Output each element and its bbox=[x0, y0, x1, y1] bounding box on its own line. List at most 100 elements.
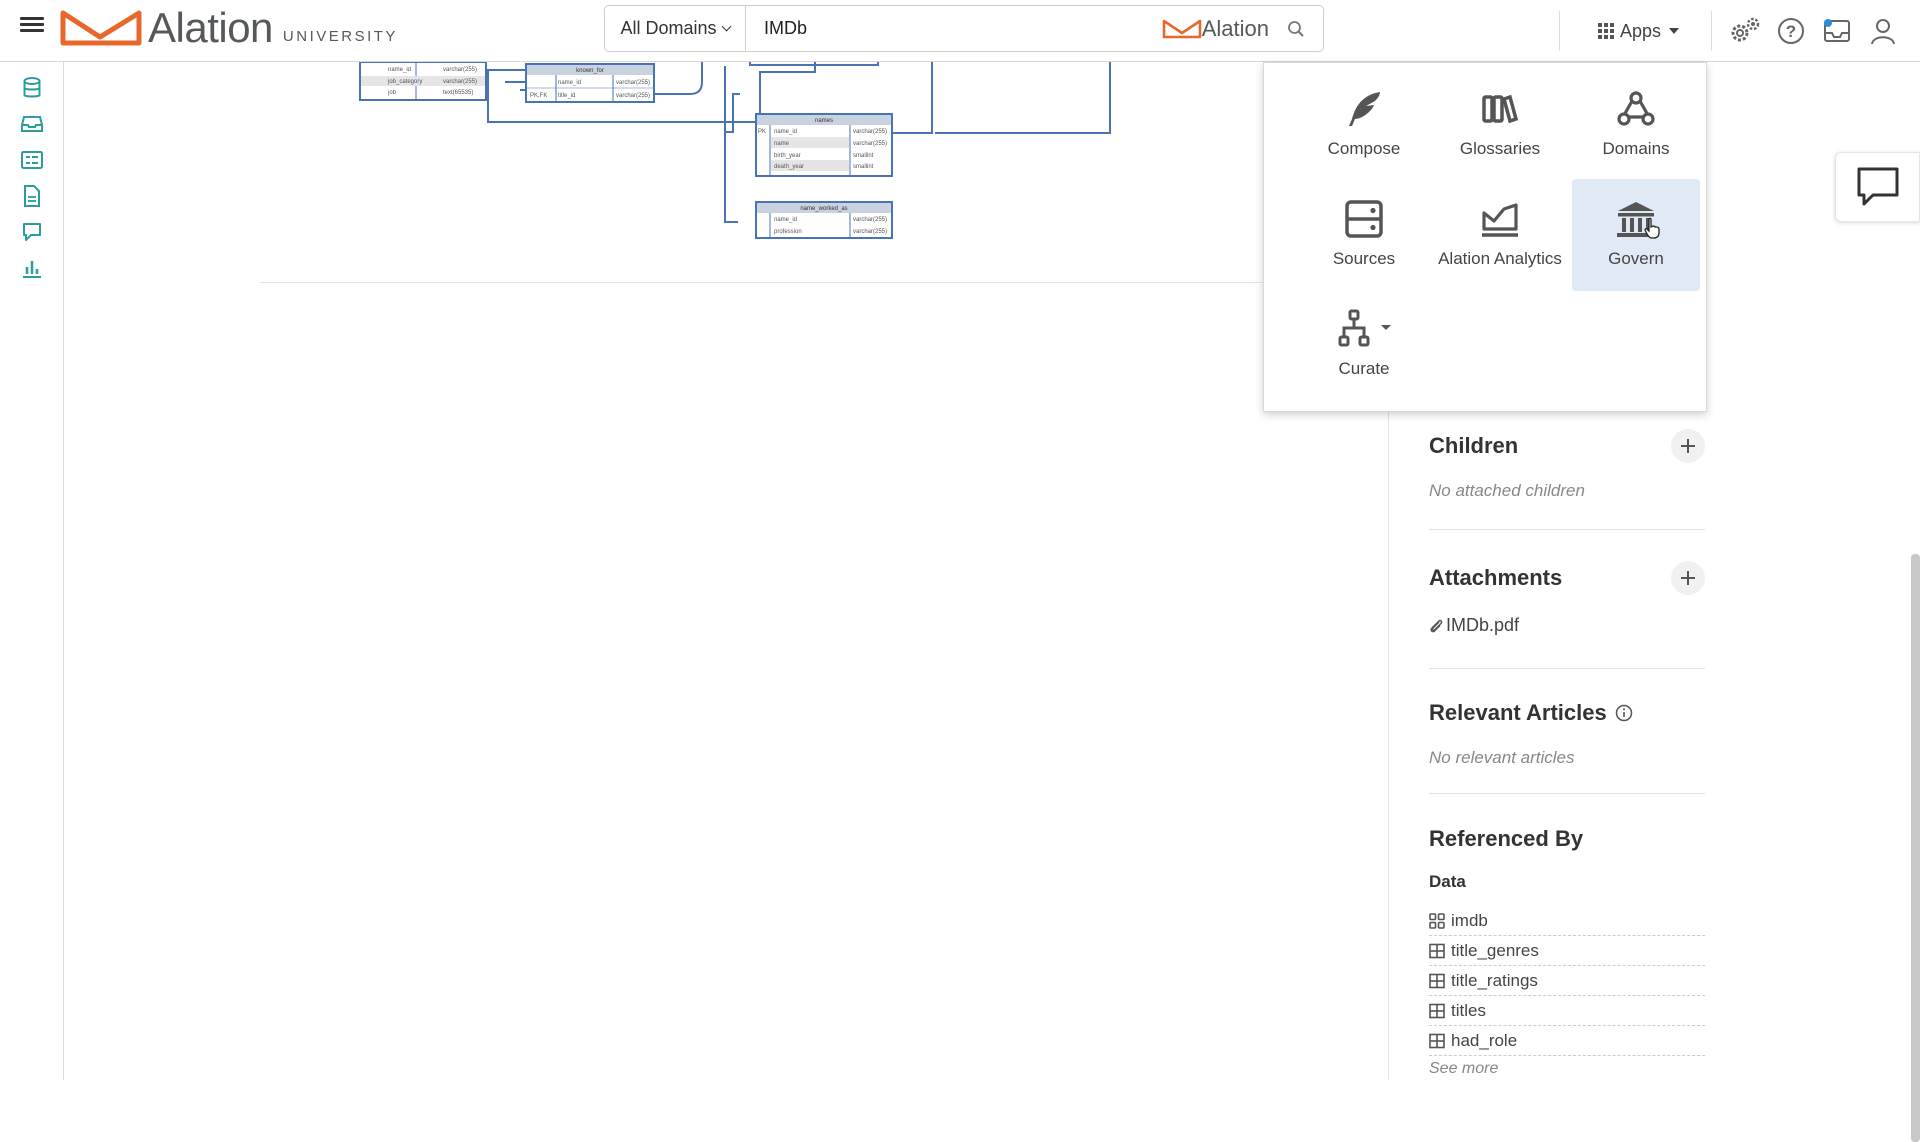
ref-item-imdb[interactable]: imdb bbox=[1429, 906, 1705, 936]
erd-table-name-worked-as: name_worked_as name_id varchar(255) profe… bbox=[755, 201, 893, 239]
svg-text:name_worked_as: name_worked_as bbox=[800, 206, 847, 212]
inbox-icon[interactable] bbox=[1814, 8, 1860, 54]
app-label: Govern bbox=[1608, 249, 1664, 268]
search-domain-dropdown[interactable]: All Domains bbox=[605, 6, 746, 51]
scrollbar[interactable] bbox=[1911, 554, 1920, 1142]
left-nav bbox=[0, 62, 64, 1080]
svg-text:varchar(255): varchar(255) bbox=[443, 67, 477, 73]
erd-table-names: names PK name_id varchar(255) name varchar… bbox=[755, 113, 893, 177]
caret-down-icon bbox=[1669, 28, 1679, 34]
svg-text:varchar(255): varchar(255) bbox=[853, 229, 887, 235]
settings-gears-icon[interactable] bbox=[1722, 8, 1768, 54]
attachment-link[interactable]: IMDb.pdf bbox=[1429, 615, 1705, 636]
grid-icon bbox=[1597, 23, 1614, 39]
svg-text:PK: PK bbox=[758, 129, 766, 135]
apps-menu-button[interactable]: Apps bbox=[1560, 21, 1711, 42]
app-glossaries[interactable]: Glossaries bbox=[1436, 69, 1564, 181]
svg-text:varchar(255): varchar(255) bbox=[853, 129, 887, 135]
app-alation-analytics[interactable]: Alation Analytics bbox=[1436, 179, 1564, 291]
divider bbox=[1429, 668, 1705, 669]
divider bbox=[1429, 529, 1705, 530]
paperclip-icon bbox=[1430, 619, 1443, 632]
attachments-section: Attachments IMDb.pdf bbox=[1429, 561, 1705, 636]
svg-text:title_id: title_id bbox=[558, 93, 575, 99]
relevant-articles-empty-text: No relevant articles bbox=[1429, 748, 1575, 767]
chevron-down-icon bbox=[721, 21, 731, 32]
add-attachment-button[interactable] bbox=[1671, 561, 1705, 595]
app-govern[interactable]: Govern bbox=[1572, 179, 1700, 291]
svg-text:?: ? bbox=[1786, 22, 1796, 41]
ref-item-had-role[interactable]: had_role bbox=[1429, 1026, 1705, 1056]
ref-item-title-ratings[interactable]: title_ratings bbox=[1429, 966, 1705, 996]
app-label: Curate bbox=[1338, 359, 1390, 378]
plus-icon bbox=[1681, 439, 1695, 453]
top-bar: Alation UNIVERSITY All Domains Alation A… bbox=[0, 0, 1920, 62]
svg-text:known_for: known_for bbox=[576, 68, 604, 74]
alation-logo[interactable]: Alation UNIVERSITY bbox=[60, 4, 398, 51]
info-icon[interactable] bbox=[1615, 704, 1633, 722]
table-icon bbox=[1429, 1003, 1445, 1018]
quill-icon bbox=[1349, 92, 1380, 126]
database-icon[interactable] bbox=[0, 70, 64, 106]
svg-text:varchar(255): varchar(255) bbox=[853, 141, 887, 147]
app-sources[interactable]: Sources bbox=[1300, 179, 1428, 291]
attachments-title: Attachments bbox=[1429, 565, 1563, 590]
app-label: Glossaries bbox=[1459, 139, 1541, 158]
schema-icon bbox=[1429, 912, 1445, 929]
svg-text:varchar(255): varchar(255) bbox=[616, 80, 650, 86]
hierarchy-icon bbox=[1338, 309, 1391, 347]
app-compose[interactable]: Compose bbox=[1300, 69, 1428, 181]
app-curate[interactable]: Curate bbox=[1300, 289, 1428, 401]
logo-text: Alation bbox=[148, 4, 273, 51]
svg-text:smallint: smallint bbox=[853, 164, 874, 170]
svg-text:name_id: name_id bbox=[558, 80, 581, 86]
hand-cursor-icon bbox=[1644, 217, 1660, 239]
app-label: Compose bbox=[1327, 139, 1401, 158]
svg-text:name_id: name_id bbox=[774, 217, 797, 223]
top-right-toolbar: Apps ? bbox=[1558, 0, 1920, 62]
alation-bowtie-icon bbox=[60, 10, 142, 46]
ref-item-title-genres[interactable]: title_genres bbox=[1429, 936, 1705, 966]
see-more-link[interactable]: See more bbox=[1429, 1060, 1705, 1078]
er-diagram[interactable]: name_id varchar(255) job_category varchar(… bbox=[340, 62, 1140, 252]
erd-table-role-fragment: name_id varchar(255) job_category varchar(… bbox=[359, 62, 487, 101]
ref-item-titles[interactable]: titles bbox=[1429, 996, 1705, 1026]
bar-chart-icon[interactable] bbox=[0, 250, 64, 286]
logo-subtitle: UNIVERSITY bbox=[282, 27, 398, 45]
ref-item-label: title_genres bbox=[1451, 940, 1539, 960]
inbox-tray-icon[interactable] bbox=[0, 106, 64, 142]
app-domains[interactable]: Domains bbox=[1572, 69, 1700, 181]
svg-text:name_id: name_id bbox=[774, 129, 797, 135]
hamburger-menu-icon[interactable] bbox=[20, 14, 44, 38]
svg-text:varchar(255): varchar(255) bbox=[853, 217, 887, 223]
svg-text:varchar(255): varchar(255) bbox=[616, 93, 650, 99]
referenced-by-section: Referenced By Data imdb title_genres tit… bbox=[1429, 826, 1705, 1078]
chat-button[interactable] bbox=[1835, 152, 1920, 222]
search-brand: Alation bbox=[1162, 16, 1269, 42]
conversation-icon[interactable] bbox=[0, 214, 64, 250]
children-empty-text: No attached children bbox=[1429, 481, 1585, 500]
search-bar: All Domains Alation bbox=[604, 5, 1324, 52]
document-icon[interactable] bbox=[0, 178, 64, 214]
children-section: Children No attached children bbox=[1429, 429, 1705, 501]
svg-text:varchar(255): varchar(255) bbox=[443, 79, 477, 85]
svg-text:text(65535): text(65535) bbox=[443, 90, 473, 96]
app-label: Alation Analytics bbox=[1438, 249, 1562, 268]
svg-text:PK,FK: PK,FK bbox=[530, 93, 547, 99]
relevant-articles-section: Relevant Articles No relevant articles bbox=[1429, 700, 1705, 768]
article-list-icon[interactable] bbox=[0, 142, 64, 178]
search-input[interactable] bbox=[746, 6, 1162, 51]
search-icon[interactable] bbox=[1281, 14, 1311, 44]
svg-text:job_category: job_category bbox=[387, 79, 422, 85]
children-title: Children bbox=[1429, 433, 1519, 458]
alation-bowtie-small-icon bbox=[1162, 19, 1202, 38]
analytics-icon bbox=[1482, 203, 1518, 237]
ref-item-label: had_role bbox=[1451, 1030, 1518, 1050]
help-icon[interactable]: ? bbox=[1768, 8, 1814, 54]
ref-item-label: titles bbox=[1451, 1000, 1486, 1020]
svg-text:smallint: smallint bbox=[853, 153, 874, 159]
user-profile-icon[interactable] bbox=[1860, 8, 1906, 54]
add-child-button[interactable] bbox=[1671, 429, 1705, 463]
content-divider bbox=[260, 282, 1390, 283]
apps-label: Apps bbox=[1619, 20, 1661, 41]
